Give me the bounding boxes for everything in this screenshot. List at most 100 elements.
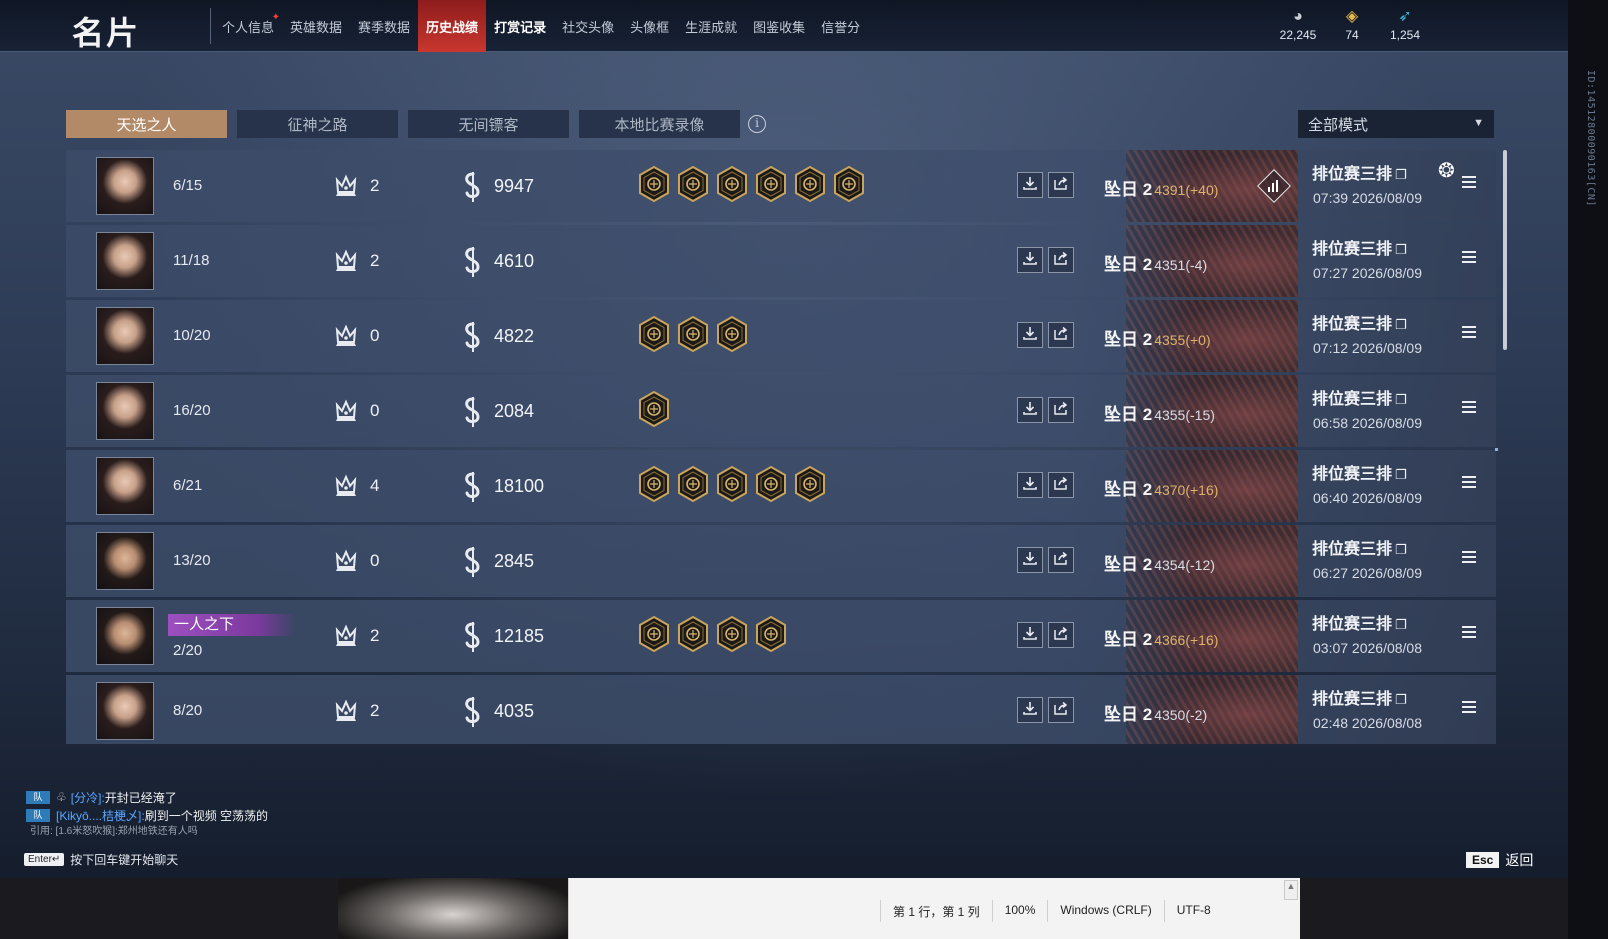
menu-icon[interactable] — [1462, 701, 1476, 716]
tab-tianxuan[interactable]: 天选之人 — [66, 110, 227, 138]
menu-icon[interactable] — [1462, 626, 1476, 641]
medal-icon[interactable] — [794, 165, 826, 203]
match-row[interactable]: 16/20 0 2084 坠日 2 4355(-15) 排位赛三排 ❐ 06:58 2026/… — [66, 375, 1496, 447]
chat-message: 开封已经淹了 — [104, 790, 177, 805]
share-button[interactable] — [1048, 622, 1074, 648]
menu-icon[interactable] — [1462, 401, 1476, 416]
medal-icon[interactable] — [716, 315, 748, 353]
share-button[interactable] — [1048, 172, 1074, 198]
download-button[interactable] — [1017, 322, 1043, 348]
nav-item-label: 个人信息 — [222, 19, 275, 35]
match-row[interactable]: 13/20 0 2845 坠日 2 4354(-12) 排位赛三排 ❐ 06:27 2026/… — [66, 525, 1496, 597]
download-button[interactable] — [1017, 247, 1043, 273]
share-icon — [1053, 475, 1069, 496]
medal-list — [638, 615, 787, 653]
copy-icon[interactable]: ❐ — [1395, 317, 1407, 332]
medal-icon[interactable] — [677, 465, 709, 503]
nav-item-1[interactable]: 英雄数据 — [282, 0, 350, 52]
match-row[interactable]: 6/21 4 18100 坠日 2 4370(+16) 排位赛三排 ❐ 06:40 2026/… — [66, 450, 1496, 522]
nav-item-4[interactable]: 打赏记录 — [486, 0, 554, 52]
tab-wujian[interactable]: 无间镖客 — [408, 110, 569, 138]
rank-tier: 坠日 2 — [1104, 180, 1153, 199]
tab-zhengshen[interactable]: 征神之路 — [237, 110, 398, 138]
medal-icon[interactable] — [677, 315, 709, 353]
menu-icon[interactable] — [1462, 326, 1476, 341]
medal-icon[interactable] — [638, 315, 670, 353]
match-time: 03:07 2026/08/08 — [1313, 640, 1422, 656]
tab-local-replay[interactable]: 本地比赛录像 — [579, 110, 740, 138]
match-time: 07:12 2026/08/09 — [1313, 340, 1422, 356]
currency-value: 74 — [1345, 28, 1359, 42]
copy-icon[interactable]: ❐ — [1395, 617, 1407, 632]
nav-item-3[interactable]: 历史战绩 — [418, 0, 487, 52]
rank-points: 4355(-15) — [1154, 407, 1215, 423]
nav-item-2[interactable]: 赛季数据 — [350, 0, 418, 52]
nav-item-9[interactable]: 信誉分 — [813, 0, 868, 52]
menu-icon[interactable] — [1462, 551, 1476, 566]
download-button[interactable] — [1017, 172, 1043, 198]
medal-icon[interactable] — [638, 615, 670, 653]
medal-icon[interactable] — [755, 165, 787, 203]
nav-item-5[interactable]: 社交头像 — [554, 0, 622, 52]
nav-item-8[interactable]: 图鉴收集 — [745, 0, 813, 52]
editor-scroll-up-button[interactable]: ▲ — [1284, 880, 1298, 900]
menu-icon[interactable] — [1462, 251, 1476, 266]
back-button[interactable]: Esc 返回 — [1466, 850, 1533, 870]
crown-count: 2 — [370, 701, 380, 720]
medal-icon[interactable] — [638, 165, 670, 203]
nav-item-0[interactable]: 个人信息 ✦ — [214, 0, 282, 52]
nav-item-6[interactable]: 头像框 — [622, 0, 677, 52]
nav-item-7[interactable]: 生涯成就 — [677, 0, 745, 52]
share-button[interactable] — [1048, 397, 1074, 423]
medal-list — [638, 465, 826, 503]
download-button[interactable] — [1017, 397, 1043, 423]
menu-icon[interactable] — [1462, 476, 1476, 491]
mode-select[interactable]: 全部模式 ▼ — [1298, 110, 1494, 138]
copy-icon[interactable]: ❐ — [1395, 392, 1407, 407]
rank-points: 4391(+40) — [1154, 182, 1219, 198]
player-id: ID:1451280009016​3[CN] — [1585, 70, 1596, 207]
rank-tier: 坠日 2 — [1104, 255, 1153, 274]
share-button[interactable] — [1048, 472, 1074, 498]
copy-icon[interactable]: ❐ — [1395, 542, 1407, 557]
download-icon — [1022, 475, 1038, 496]
copy-icon[interactable]: ❐ — [1395, 167, 1407, 182]
info-icon[interactable]: i — [748, 115, 766, 133]
medal-icon[interactable] — [833, 165, 865, 203]
rank-info: 坠日 2 4354(-12) — [1104, 550, 1215, 575]
copy-icon[interactable]: ❐ — [1395, 692, 1407, 707]
medal-icon[interactable] — [716, 465, 748, 503]
medal-icon[interactable] — [716, 165, 748, 203]
share-button[interactable] — [1048, 322, 1074, 348]
download-button[interactable] — [1017, 622, 1043, 648]
medal-icon[interactable] — [638, 465, 670, 503]
match-row[interactable]: 一人之下 2/20 2 12185 坠日 2 4366(+16) 排位赛三排 ❐ 03:07 2… — [66, 600, 1496, 672]
medal-icon[interactable] — [755, 615, 787, 653]
title-divider — [210, 8, 211, 44]
match-row[interactable]: 6/15 2 9947 坠日 2 4391(+40) ❂ 排位赛三排 ❐ 07:39 2026/… — [66, 150, 1496, 222]
currency-gold-ingot: ◈ 74 — [1322, 8, 1382, 42]
match-row[interactable]: 10/20 0 4822 坠日 2 4355(+0) 排位赛三排 ❐ 07:12 2026/0… — [66, 300, 1496, 372]
rank-points: 4351(-4) — [1154, 257, 1208, 273]
share-button[interactable] — [1048, 547, 1074, 573]
menu-icon[interactable] — [1462, 176, 1476, 191]
download-button[interactable] — [1017, 472, 1043, 498]
medal-icon[interactable] — [677, 165, 709, 203]
rank-info: 坠日 2 4391(+40) — [1104, 175, 1218, 200]
medal-icon[interactable] — [794, 465, 826, 503]
medal-icon[interactable] — [755, 465, 787, 503]
copy-icon[interactable]: ❐ — [1395, 467, 1407, 482]
share-button[interactable] — [1048, 697, 1074, 723]
match-row[interactable]: 8/20 2 4035 坠日 2 4350(-2) 排位赛三排 ❐ 02:48 2026/08… — [66, 675, 1496, 744]
chat-enter-hint[interactable]: Enter↵ 按下回车键开始聊天 — [24, 851, 178, 868]
scrollbar[interactable] — [1503, 150, 1507, 350]
editor-status-bar: 第 1 行，第 1 列 100% Windows (CRLF) UTF-8 — [880, 900, 1223, 922]
copy-icon[interactable]: ❐ — [1395, 242, 1407, 257]
download-button[interactable] — [1017, 697, 1043, 723]
medal-icon[interactable] — [716, 615, 748, 653]
download-button[interactable] — [1017, 547, 1043, 573]
medal-icon[interactable] — [677, 615, 709, 653]
match-row[interactable]: 11/18 2 4610 坠日 2 4351(-4) 排位赛三排 ❐ 07:27 2026/0… — [66, 225, 1496, 297]
medal-icon[interactable] — [638, 390, 670, 428]
share-button[interactable] — [1048, 247, 1074, 273]
